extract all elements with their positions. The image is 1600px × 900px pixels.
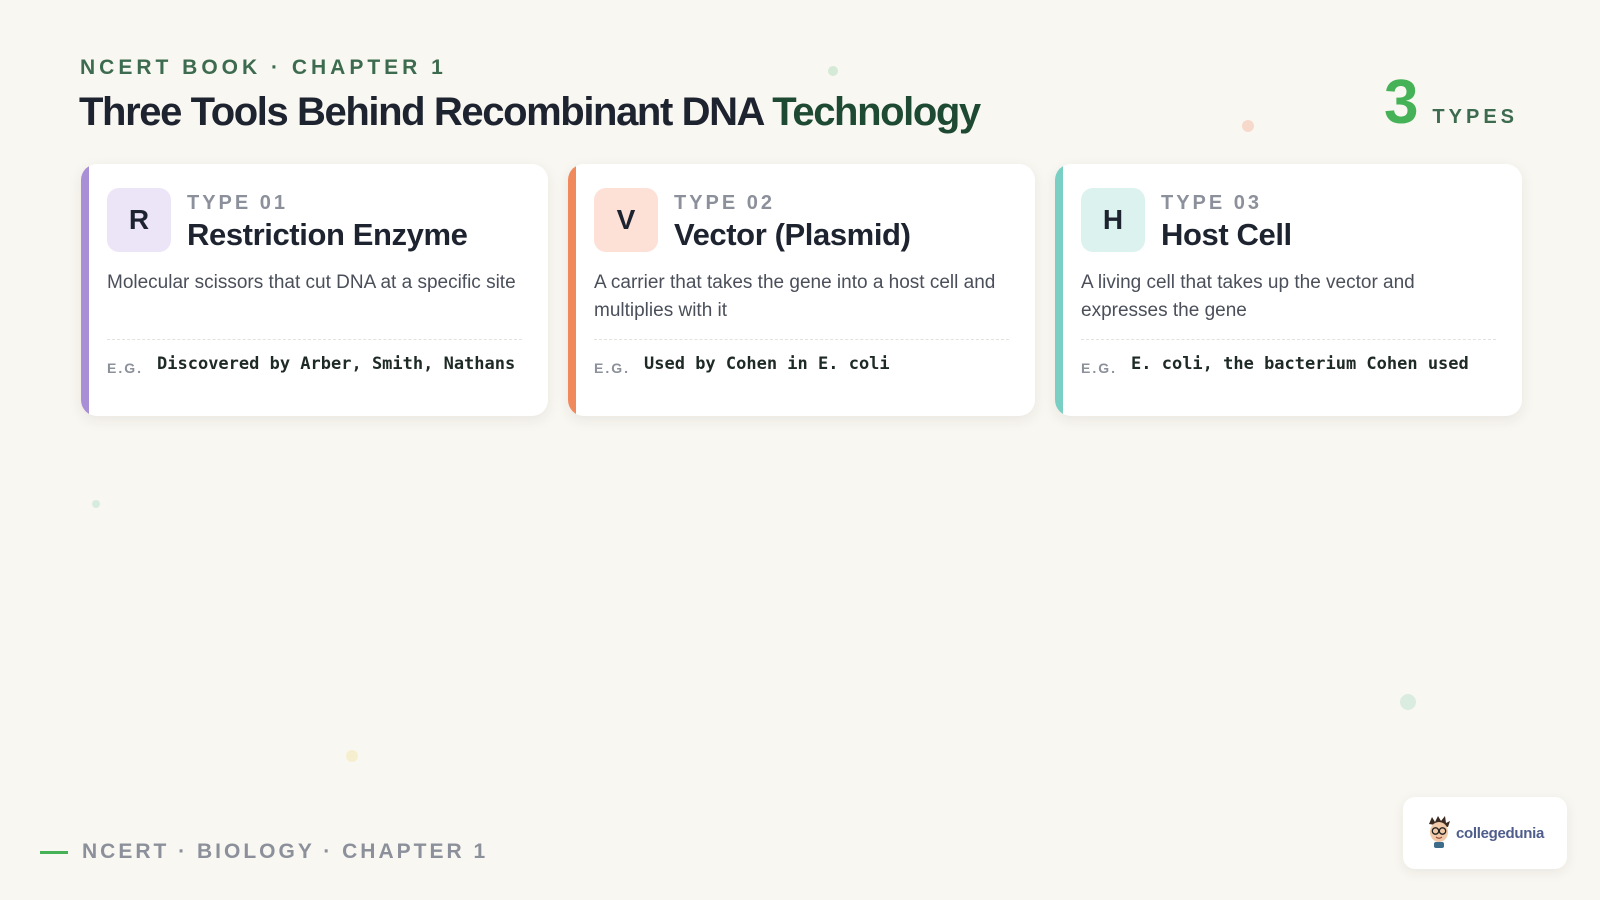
type-count-label: TYPES <box>1432 106 1518 128</box>
card-description: A carrier that takes the gene into a hos… <box>594 272 996 321</box>
cards-row: R TYPE 01 Restriction Enzyme Molecular s… <box>81 164 1522 416</box>
decorative-dot <box>1242 120 1254 132</box>
card-heading: TYPE 03 Host Cell <box>1161 188 1292 253</box>
title-main: Three Tools Behind Recombinant DNA <box>79 90 773 134</box>
card-title: Restriction Enzyme <box>187 217 468 252</box>
eyebrow-label: NCERT BOOK · CHAPTER 1 <box>80 56 447 79</box>
decorative-dot <box>1400 694 1416 710</box>
footer-accent-line <box>40 850 68 854</box>
page-title: Three Tools Behind Recombinant DNA Techn… <box>79 90 981 135</box>
footer-text: NCERT · BIOLOGY · CHAPTER 1 <box>82 840 489 863</box>
example-text: E. coli, the bacterium Cohen used <box>1131 354 1469 374</box>
footer: NCERT · BIOLOGY · CHAPTER 1 <box>40 840 488 864</box>
mascot-icon <box>1426 814 1452 853</box>
card-vector-plasmid: V TYPE 02 Vector (Plasmid) A carrier tha… <box>568 164 1035 416</box>
letter-badge: V <box>594 188 658 252</box>
card-accent-bar <box>1055 164 1063 416</box>
card-header: V TYPE 02 Vector (Plasmid) <box>594 188 1009 253</box>
type-count: 3 TYPES <box>1384 72 1518 134</box>
brand-logo[interactable]: collegedunia <box>1403 797 1567 869</box>
type-label: TYPE 03 <box>1161 192 1263 214</box>
example-row: E.G. Discovered by Arber, Smith, Nathans <box>107 352 522 376</box>
eg-label: E.G. <box>107 360 144 376</box>
card-title: Vector (Plasmid) <box>674 217 911 252</box>
card-heading: TYPE 02 Vector (Plasmid) <box>674 188 911 253</box>
dashed-divider <box>594 339 1009 340</box>
card-restriction-enzyme: R TYPE 01 Restriction Enzyme Molecular s… <box>81 164 548 416</box>
card-heading: TYPE 01 Restriction Enzyme <box>187 188 468 253</box>
letter-badge: H <box>1081 188 1145 252</box>
card-header: R TYPE 01 Restriction Enzyme <box>107 188 522 253</box>
decorative-dot <box>828 66 838 76</box>
eg-label: E.G. <box>1081 360 1118 376</box>
eg-label: E.G. <box>594 360 631 376</box>
dashed-divider <box>1081 339 1496 340</box>
dashed-divider <box>107 339 522 340</box>
card-title: Host Cell <box>1161 217 1292 252</box>
example-row: E.G. Used by Cohen in E. coli <box>594 352 1009 376</box>
letter-badge: R <box>107 188 171 252</box>
type-label: TYPE 02 <box>674 192 776 214</box>
card-host-cell: H TYPE 03 Host Cell A living cell that t… <box>1055 164 1522 416</box>
type-label: TYPE 01 <box>187 192 289 214</box>
card-accent-bar <box>568 164 576 416</box>
decorative-dot <box>92 500 100 508</box>
example-text: Discovered by Arber, Smith, Nathans <box>157 354 516 374</box>
card-description: A living cell that takes up the vector a… <box>1081 272 1415 321</box>
title-accent: Technology <box>772 90 981 134</box>
type-count-number: 3 <box>1383 68 1419 137</box>
card-description: Molecular scissors that cut DNA at a spe… <box>107 272 516 293</box>
card-accent-bar <box>81 164 89 416</box>
example-row: E.G. E. coli, the bacterium Cohen used <box>1081 352 1496 376</box>
logo-text: collegedunia <box>1455 824 1545 842</box>
example-text: Used by Cohen in E. coli <box>644 354 890 374</box>
decorative-dot <box>346 750 358 762</box>
card-header: H TYPE 03 Host Cell <box>1081 188 1496 253</box>
